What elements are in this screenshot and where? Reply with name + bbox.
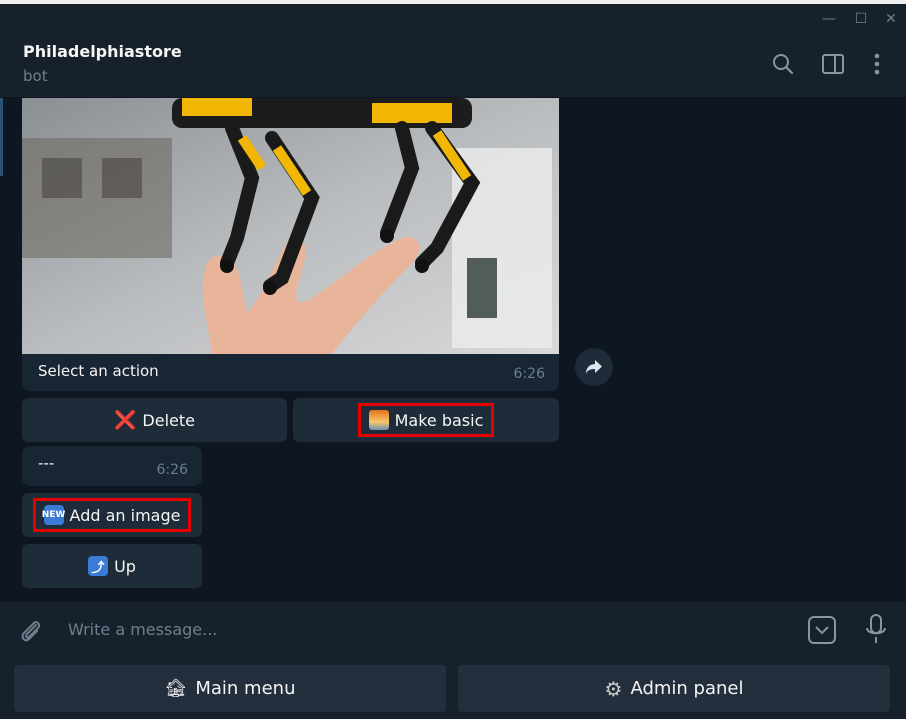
chat-messages-area[interactable]: Select an action 6:26 ❌ Delete Make basi… bbox=[0, 98, 906, 601]
voice-record-button[interactable] bbox=[864, 614, 888, 648]
sidebar-toggle-button[interactable] bbox=[819, 50, 847, 78]
maximize-button[interactable]: ☐ bbox=[848, 8, 874, 30]
message-photo[interactable] bbox=[22, 98, 559, 354]
minimize-icon: — bbox=[822, 11, 836, 27]
scroll-indicator bbox=[0, 98, 3, 176]
new-badge-icon: NEW bbox=[42, 505, 65, 525]
close-icon: ✕ bbox=[885, 11, 897, 27]
message-input[interactable]: Write a message... bbox=[68, 620, 217, 639]
make-basic-button[interactable]: Make basic bbox=[293, 398, 559, 442]
up-label: Up bbox=[114, 556, 136, 576]
search-button[interactable] bbox=[769, 50, 797, 78]
title-bar: — ☐ ✕ bbox=[0, 4, 906, 30]
maximize-icon: ☐ bbox=[854, 11, 868, 27]
forward-button[interactable] bbox=[575, 348, 613, 386]
make-basic-highlight: Make basic bbox=[357, 403, 495, 437]
sidebar-icon bbox=[822, 54, 844, 74]
message-caption[interactable]: Select an action 6:26 bbox=[22, 354, 559, 391]
search-icon bbox=[773, 54, 794, 75]
caption-text: Select an action bbox=[38, 362, 159, 380]
admin-panel-button[interactable]: ⚙ Admin panel bbox=[458, 665, 890, 712]
sunrise-icon bbox=[368, 410, 389, 430]
gear-icon: ⚙ bbox=[604, 676, 623, 701]
up-button[interactable]: ⤴ Up bbox=[22, 544, 202, 588]
forward-icon bbox=[586, 360, 602, 374]
dash-message-time: 6:26 bbox=[156, 462, 188, 478]
main-menu-button[interactable]: 🏚 Main menu bbox=[14, 665, 446, 712]
robot-dog-photo bbox=[22, 98, 559, 354]
minimize-button[interactable]: — bbox=[816, 8, 842, 30]
house-icon: 🏚 bbox=[164, 678, 188, 699]
up-arrow-icon: ⤴ bbox=[88, 556, 109, 576]
more-options-button[interactable] bbox=[863, 50, 891, 78]
bot-keyboard-toggle[interactable] bbox=[808, 616, 836, 648]
cross-mark-icon: ❌ bbox=[114, 409, 137, 431]
chat-subtitle: bot bbox=[23, 67, 48, 85]
main-menu-label: Main menu bbox=[195, 678, 296, 699]
delete-button[interactable]: ❌ Delete bbox=[22, 398, 287, 442]
close-button[interactable]: ✕ bbox=[878, 8, 904, 30]
paperclip-icon bbox=[21, 621, 41, 642]
dash-message[interactable]: --- 6:26 bbox=[22, 446, 202, 486]
admin-panel-label: Admin panel bbox=[630, 678, 744, 699]
add-image-button[interactable]: NEW Add an image bbox=[22, 493, 202, 537]
more-vertical-icon bbox=[874, 53, 880, 75]
dash-message-text: --- bbox=[38, 454, 55, 472]
attach-button[interactable] bbox=[18, 617, 44, 649]
delete-label: Delete bbox=[142, 410, 195, 430]
message-input-bar: Write a message... bbox=[0, 601, 906, 657]
keyboard-toggle-icon bbox=[808, 616, 836, 644]
message-time: 6:26 bbox=[513, 366, 545, 382]
add-image-label: Add an image bbox=[69, 505, 181, 525]
chat-title[interactable]: Philadelphiastore bbox=[23, 42, 182, 61]
chat-header: Philadelphiastore bot bbox=[0, 30, 906, 98]
add-image-highlight: NEW Add an image bbox=[32, 498, 192, 532]
microphone-icon bbox=[866, 614, 886, 643]
reply-keyboard: 🏚 Main menu ⚙ Admin panel bbox=[0, 657, 906, 719]
make-basic-label: Make basic bbox=[394, 410, 484, 430]
